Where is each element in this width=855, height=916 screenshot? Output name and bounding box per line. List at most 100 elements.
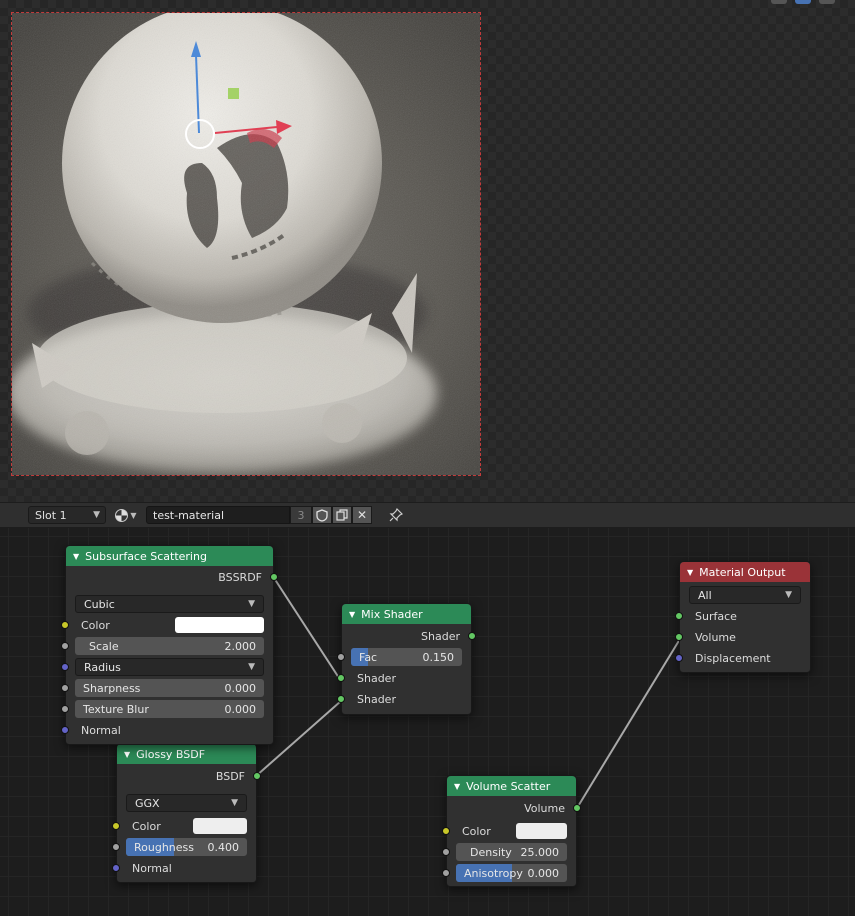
texture-blur-field[interactable]: Texture Blur 0.000 xyxy=(75,700,264,718)
output-label: BSSRDF xyxy=(218,571,262,584)
collapse-triangle-icon[interactable]: ▼ xyxy=(124,750,130,759)
sharpness-input-socket[interactable] xyxy=(61,684,69,692)
fac-input-socket[interactable] xyxy=(337,653,345,661)
pin-button[interactable] xyxy=(386,506,406,524)
color-input-socket[interactable] xyxy=(112,822,120,830)
chevron-down-icon: ▼ xyxy=(248,599,255,609)
user-count-badge[interactable]: 3 xyxy=(290,506,312,524)
texture-blur-value: 0.000 xyxy=(224,702,257,716)
falloff-method-value: Cubic xyxy=(84,597,115,611)
volume-scatter-node[interactable]: ▼ Volume Scatter Volume Color Density 25… xyxy=(442,775,581,887)
node-header[interactable]: ▼ Volume Scatter xyxy=(447,776,576,796)
collapse-triangle-icon[interactable]: ▼ xyxy=(73,552,79,561)
node-header[interactable]: ▼ Subsurface Scattering xyxy=(66,546,273,566)
collapse-triangle-icon[interactable]: ▼ xyxy=(349,610,355,619)
radius-value: Radius xyxy=(84,660,121,674)
mix-shader-node[interactable]: ▼ Mix Shader Shader Fac 0.150 Shader Sha… xyxy=(337,603,476,715)
volume-input-socket[interactable] xyxy=(675,633,683,641)
radius-dropdown[interactable]: Radius ▼ xyxy=(75,658,264,676)
normal-input-socket[interactable] xyxy=(61,726,69,734)
roughness-value: 0.400 xyxy=(207,840,240,854)
distribution-value: GGX xyxy=(135,796,160,810)
user-count-text: 3 xyxy=(297,508,305,522)
target-row: All ▼ xyxy=(680,585,810,606)
shader-output-socket[interactable] xyxy=(468,632,476,640)
render-viewport[interactable] xyxy=(0,0,855,502)
color-input-socket[interactable] xyxy=(442,827,450,835)
color-row: Color xyxy=(112,816,256,837)
scale-input-socket[interactable] xyxy=(61,642,69,650)
bsdf-output-socket[interactable] xyxy=(253,772,261,780)
node-header[interactable]: ▼ Mix Shader xyxy=(342,604,471,624)
subsurface-scattering-node[interactable]: ▼ Subsurface Scattering BSSRDF Cubic ▼ C… xyxy=(61,545,278,745)
slot-label: Slot 1 xyxy=(35,508,67,522)
scale-value: 2.000 xyxy=(224,639,257,653)
node-canvas[interactable]: ▼ Glossy BSDF BSDF GGX ▼ Color Roughness… xyxy=(0,528,855,916)
fac-slider[interactable]: Fac 0.150 xyxy=(351,648,462,666)
density-input-socket[interactable] xyxy=(442,848,450,856)
material-output-node[interactable]: ▼ Material Output All ▼ Surface Volume D… xyxy=(675,561,811,673)
shader2-row: Shader xyxy=(337,689,471,710)
roughness-input-socket[interactable] xyxy=(112,843,120,851)
node-header[interactable]: ▼ Material Output xyxy=(680,562,810,582)
scale-row: Scale 2.000 xyxy=(61,636,273,657)
shader2-label: Shader xyxy=(357,693,396,706)
displacement-input-socket[interactable] xyxy=(675,654,683,662)
collapse-triangle-icon[interactable]: ▼ xyxy=(454,782,460,791)
anisotropy-input-socket[interactable] xyxy=(442,869,450,877)
volume-label: Volume xyxy=(695,631,736,644)
shader1-input-socket[interactable] xyxy=(337,674,345,682)
output-label: BSDF xyxy=(215,770,245,783)
color-label: Color xyxy=(462,825,491,838)
material-sphere-icon xyxy=(115,508,129,522)
shader1-label: Shader xyxy=(357,672,396,685)
color-swatch[interactable] xyxy=(193,818,247,834)
node-title: Glossy BSDF xyxy=(136,747,206,761)
radius-input-socket[interactable] xyxy=(61,663,69,671)
color-label: Color xyxy=(81,619,110,632)
color-swatch[interactable] xyxy=(516,823,567,839)
sharpness-field[interactable]: Sharpness 0.000 xyxy=(75,679,264,697)
color-input-socket[interactable] xyxy=(61,621,69,629)
fake-user-button[interactable] xyxy=(312,506,332,524)
render-region xyxy=(11,12,481,476)
slot-dropdown[interactable]: Slot 1 ▼ xyxy=(28,506,106,524)
unlink-material-button[interactable]: ✕ xyxy=(352,506,372,524)
roughness-slider[interactable]: Roughness 0.400 xyxy=(126,838,247,856)
distribution-dropdown[interactable]: GGX ▼ xyxy=(126,794,247,812)
normal-row: Normal xyxy=(61,720,273,741)
chevron-down-icon: ▼ xyxy=(248,662,255,672)
shader1-row: Shader xyxy=(337,668,471,689)
output-label: Volume xyxy=(524,802,565,815)
chevron-down-icon: ▼ xyxy=(231,798,238,808)
node-title: Volume Scatter xyxy=(466,779,551,793)
volume-row: Volume xyxy=(675,627,810,648)
displacement-row: Displacement xyxy=(675,648,810,669)
shader2-input-socket[interactable] xyxy=(337,695,345,703)
color-swatch[interactable] xyxy=(175,617,264,633)
bssrdf-output-socket[interactable] xyxy=(270,573,278,581)
target-dropdown[interactable]: All ▼ xyxy=(689,586,801,604)
link-bssrdf-to-mix-shader1 xyxy=(273,577,342,682)
falloff-method-dropdown[interactable]: Cubic ▼ xyxy=(75,595,264,613)
material-name-field[interactable]: test-material xyxy=(146,506,290,524)
density-field[interactable]: Density 25.000 xyxy=(456,843,567,861)
overlay-icon[interactable] xyxy=(771,0,787,4)
duplicate-material-button[interactable] xyxy=(332,506,352,524)
shading-icon[interactable] xyxy=(819,0,835,4)
anisotropy-slider[interactable]: Anisotropy 0.000 xyxy=(456,864,567,882)
surface-input-socket[interactable] xyxy=(675,612,683,620)
anisotropy-label: Anisotropy xyxy=(464,866,523,880)
volume-output-socket[interactable] xyxy=(573,804,581,812)
output-socket-row: Volume xyxy=(447,798,581,819)
collapse-triangle-icon[interactable]: ▼ xyxy=(687,568,693,577)
normal-input-socket[interactable] xyxy=(112,864,120,872)
color-row: Color xyxy=(61,615,273,636)
scale-field[interactable]: Scale 2.000 xyxy=(75,637,264,655)
node-header[interactable]: ▼ Glossy BSDF xyxy=(117,744,256,764)
close-icon: ✕ xyxy=(356,508,368,522)
texture-blur-input-socket[interactable] xyxy=(61,705,69,713)
material-browse-button[interactable]: ▼ xyxy=(112,506,140,524)
glossy-bsdf-node[interactable]: ▼ Glossy BSDF BSDF GGX ▼ Color Roughness… xyxy=(112,743,261,883)
render-mode-icon[interactable] xyxy=(795,0,811,4)
